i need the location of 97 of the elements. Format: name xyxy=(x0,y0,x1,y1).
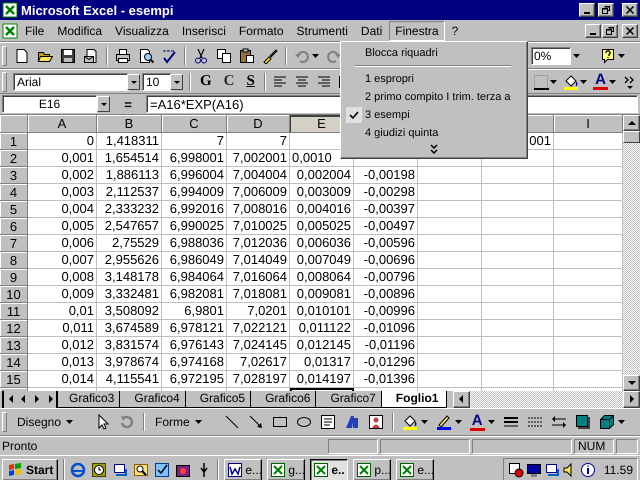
table-cell: 7,018081 xyxy=(227,286,290,303)
table-cell: 3,508092 xyxy=(97,303,162,320)
task-label: p... xyxy=(374,463,392,477)
table-cell: 7,02617 xyxy=(227,354,290,371)
table-cell: 6,994009 xyxy=(162,184,227,201)
table-cell: 0,004 xyxy=(28,201,97,218)
table-cell: 2,333232 xyxy=(97,201,162,218)
table-cell: 0,012145 xyxy=(290,337,354,354)
table-cell: 0,002004 xyxy=(290,167,354,184)
table-cell: 0,010101 xyxy=(290,303,354,320)
equals-label: = xyxy=(123,96,133,112)
table-cell: 0,003009 xyxy=(290,184,354,201)
table-cell: 6,9801 xyxy=(162,303,227,320)
table-cell: 0,002 xyxy=(28,167,97,184)
table-cell: 7 xyxy=(227,133,290,150)
table-cell: 6,976143 xyxy=(162,337,227,354)
table-cell: -0,00198 xyxy=(354,167,418,184)
table-cell: 7,014049 xyxy=(227,252,290,269)
table-cell: -0,01296 xyxy=(354,354,418,371)
table-cell: 6,978121 xyxy=(162,320,227,337)
table-cell: -0,00397 xyxy=(354,201,418,218)
table-cell: -0,00796 xyxy=(354,269,418,286)
table-cell: 1,418311 xyxy=(97,133,162,150)
table-cell: 6,996004 xyxy=(162,167,227,184)
table-cell: 6,988036 xyxy=(162,235,227,252)
table-cell: 0,014 xyxy=(28,371,97,388)
table-cell: 3,148178 xyxy=(97,269,162,286)
table-cell: 2,112537 xyxy=(97,184,162,201)
table-cell: 3,831574 xyxy=(97,337,162,354)
table-cell: 0,006 xyxy=(28,235,97,252)
table-cell: 0,005 xyxy=(28,218,97,235)
clock: 11.59 xyxy=(604,463,633,477)
status-message: Pronto xyxy=(2,439,38,453)
table-cell: 7,012036 xyxy=(227,235,290,252)
table-cell: 0,013 xyxy=(28,354,97,371)
table-cell: 0,011 xyxy=(28,320,97,337)
window-title: Microsoft Excel - esempi xyxy=(21,2,174,18)
table-cell: 7,028197 xyxy=(227,371,290,388)
table-cell: 7,004004 xyxy=(227,167,290,184)
table-cell: 0 xyxy=(28,133,97,150)
table-cell: 7,006009 xyxy=(227,184,290,201)
table-cell: 7,016064 xyxy=(227,269,290,286)
start-label: Start xyxy=(26,463,54,477)
table-cell: 0,009081 xyxy=(290,286,354,303)
table-cell: 0,007 xyxy=(28,252,97,269)
table-cell: 2,547657 xyxy=(97,218,162,235)
table-cell: 0,004016 xyxy=(290,201,354,218)
table-cell: 6,984064 xyxy=(162,269,227,286)
table-cell: 3,674589 xyxy=(97,320,162,337)
table-cell: -0,01196 xyxy=(354,337,418,354)
table-cell: -0,01396 xyxy=(354,371,418,388)
table-cell: 0,009 xyxy=(28,286,97,303)
table-cell: 0,007049 xyxy=(290,252,354,269)
table-cell: 7,0201 xyxy=(227,303,290,320)
table-cell: 7,002001 xyxy=(227,150,290,167)
table-cell: 7,008016 xyxy=(227,201,290,218)
table-cell: 7,022121 xyxy=(227,320,290,337)
table-cell: 1,654514 xyxy=(97,150,162,167)
table-cell: -0,00497 xyxy=(354,218,418,235)
task-label: g... xyxy=(288,463,306,477)
table-cell: 4,115541 xyxy=(97,371,162,388)
table-cell: -0,00298 xyxy=(354,184,418,201)
table-cell: -0,00896 xyxy=(354,286,418,303)
table-cell: 7,010025 xyxy=(227,218,290,235)
table-cell: 0,01317 xyxy=(290,354,354,371)
table-cell: 7 xyxy=(162,133,227,150)
table-cell: 6,972195 xyxy=(162,371,227,388)
table-cell: -0,01096 xyxy=(354,320,418,337)
table-cell: 6,982081 xyxy=(162,286,227,303)
table-cell: 0,006036 xyxy=(290,235,354,252)
table-cell: 6,974168 xyxy=(162,354,227,371)
task-label: e.. xyxy=(331,463,345,477)
table-cell: 7,024145 xyxy=(227,337,290,354)
table-cell: 3,332481 xyxy=(97,286,162,303)
task-label: e... xyxy=(417,463,434,477)
table-cell: 0,005025 xyxy=(290,218,354,235)
table-cell: 0,008 xyxy=(28,269,97,286)
table-cell: 6,992016 xyxy=(162,201,227,218)
table-cell: 6,990025 xyxy=(162,218,227,235)
table-cell: -0,00996 xyxy=(354,303,418,320)
table-cell: 0,014197 xyxy=(290,371,354,388)
table-cell: -0,00596 xyxy=(354,235,418,252)
table-cell: 0,003 xyxy=(28,184,97,201)
table-cell: 2,955626 xyxy=(97,252,162,269)
table-cell: 2,75529 xyxy=(97,235,162,252)
table-cell: 0,008064 xyxy=(290,269,354,286)
table-cell: 6,986049 xyxy=(162,252,227,269)
table-cell: 3,978674 xyxy=(97,354,162,371)
table-cell: -0,00696 xyxy=(354,252,418,269)
table-cell: 0,001 xyxy=(28,150,97,167)
table-cell: 1,886113 xyxy=(97,167,162,184)
table-cell: 0,012 xyxy=(28,337,97,354)
table-cell: 6,998001 xyxy=(162,150,227,167)
table-cell: 0,01 xyxy=(28,303,97,320)
task-label: e... xyxy=(245,463,262,477)
table-cell: 0,011122 xyxy=(290,320,354,337)
status-indicator: NUM xyxy=(574,438,614,454)
